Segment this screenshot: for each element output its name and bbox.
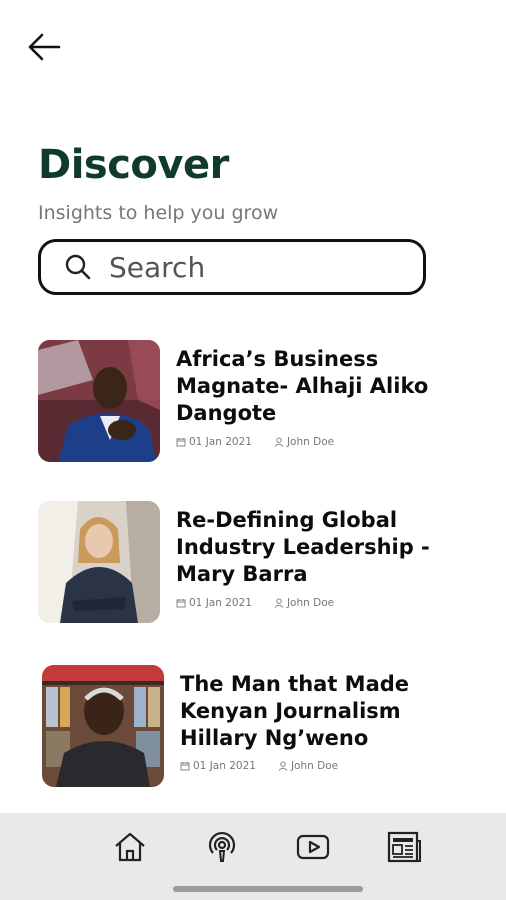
nav-podcast-button[interactable] <box>204 829 240 865</box>
user-icon <box>278 761 288 771</box>
nav-home-button[interactable] <box>112 829 148 865</box>
article-thumbnail <box>38 340 160 462</box>
arrow-left-icon <box>28 33 61 61</box>
bottom-navigation <box>0 813 506 900</box>
nav-news-button[interactable] <box>386 829 422 865</box>
article-meta: 01 Jan 2021 John Doe <box>176 597 334 609</box>
article-thumbnail <box>38 501 160 623</box>
user-icon <box>274 598 284 608</box>
user-icon <box>274 437 284 447</box>
nav-video-button[interactable] <box>295 829 331 865</box>
newspaper-icon <box>387 831 421 863</box>
article-author-name: John Doe <box>290 760 339 772</box>
article-meta: 01 Jan 2021 John Doe <box>180 760 338 772</box>
home-icon <box>115 832 145 862</box>
article-title: Re-Defining Global Industry Leadership -… <box>176 508 430 586</box>
article-author-name: John Doe <box>286 436 335 448</box>
calendar-icon <box>176 599 186 608</box>
video-play-icon <box>296 834 330 860</box>
article-date: 01 Jan 2021 <box>189 436 252 448</box>
podcast-icon <box>208 831 236 862</box>
article-meta: 01 Jan 2021 John Doe <box>176 436 334 448</box>
article-author: John Doe <box>274 436 334 448</box>
search-bar[interactable] <box>38 239 426 295</box>
article-date: 01 Jan 2021 <box>189 597 252 609</box>
home-indicator <box>173 886 363 892</box>
article-date: 01 Jan 2021 <box>193 760 256 772</box>
back-button[interactable] <box>26 30 66 64</box>
article-card[interactable]: Re-Defining Global Industry Leadership -… <box>38 501 478 625</box>
page-title: Discover <box>38 142 229 188</box>
article-thumbnail <box>42 665 164 787</box>
article-author-name: John Doe <box>286 597 335 609</box>
search-icon <box>65 254 91 280</box>
calendar-icon <box>176 438 186 447</box>
article-author: John Doe <box>274 597 334 609</box>
page-subtitle: Insights to help you grow <box>38 202 279 224</box>
calendar-icon <box>180 762 190 771</box>
article-author: John Doe <box>278 760 338 772</box>
article-title: The Man that Made Kenyan Journalism Hill… <box>180 672 410 750</box>
article-card[interactable]: The Man that Made Kenyan Journalism Hill… <box>42 665 482 789</box>
article-card[interactable]: Africa’s Business Magnate- Alhaji Aliko … <box>38 340 478 464</box>
search-input[interactable] <box>109 250 409 284</box>
article-title: Africa’s Business Magnate- Alhaji Aliko … <box>176 347 429 425</box>
